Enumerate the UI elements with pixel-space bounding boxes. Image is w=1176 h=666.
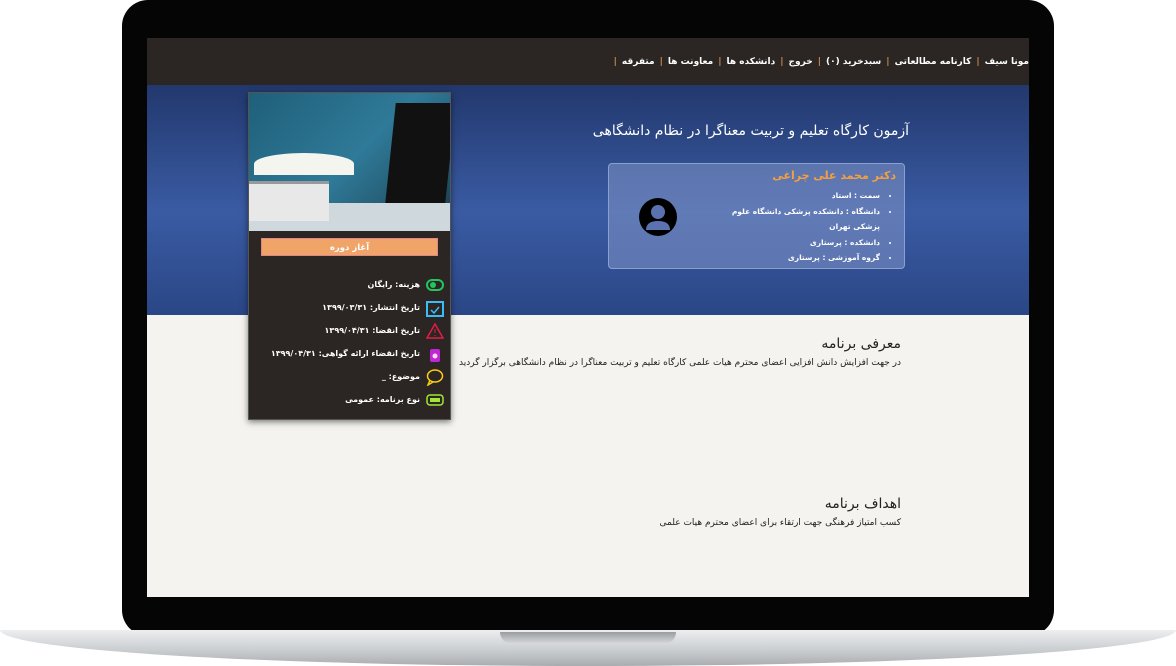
info-row-expire: تاریخ انقضا: ۱۳۹۹/۰۴/۳۱ bbox=[271, 319, 444, 342]
teacher-group: گروه آموزشی : پرستاری bbox=[705, 250, 880, 266]
teacher-position: سمت : استاد bbox=[705, 188, 880, 204]
nav-cart[interactable]: سبدخرید (۰) bbox=[826, 57, 881, 67]
program-type-icon bbox=[426, 391, 444, 409]
nav-misc[interactable]: متفرقه bbox=[622, 57, 655, 67]
info-row-cost: هزینه: رایگان bbox=[271, 273, 444, 296]
course-title: آزمون کارگاه تعلیم و تربیت معناگرا در نظ… bbox=[592, 123, 909, 139]
info-row-type: نوع برنامه: عمومی bbox=[271, 388, 444, 411]
start-course-button[interactable]: آغاز دوره bbox=[261, 238, 438, 256]
top-nav: مونا سیف | کارنامه مطالعاتی | سبدخرید (۰) |… bbox=[147, 38, 1029, 85]
nav-transcript[interactable]: کارنامه مطالعاتی bbox=[895, 57, 972, 67]
info-row-publish: تاریخ انتشار: ۱۳۹۹/۰۳/۳۱ bbox=[271, 296, 444, 319]
goals-text: کسب امتیاز فرهنگی جهت ارتقاء برای اعضای … bbox=[659, 518, 901, 528]
avatar-icon bbox=[639, 198, 677, 236]
laptop-notch bbox=[500, 632, 676, 644]
teacher-university: دانشگاه : دانشکده پزشکی دانشگاه علوم پزش… bbox=[705, 204, 880, 235]
intro-section: معرفی برنامه در جهت افزایش دانش افزایی ا… bbox=[459, 336, 901, 368]
warning-icon bbox=[426, 321, 444, 340]
teacher-name[interactable]: دکتر محمد علی چراغی bbox=[772, 169, 896, 182]
intro-text: در جهت افزایش دانش افزایی اعضای محترم هی… bbox=[459, 358, 901, 368]
money-icon bbox=[426, 276, 444, 294]
goals-heading: اهداف برنامه bbox=[824, 496, 901, 512]
info-row-subject: موضوع: _ bbox=[271, 365, 444, 388]
intro-heading: معرفی برنامه bbox=[821, 336, 901, 352]
nav-faculties[interactable]: دانشکده ها bbox=[727, 57, 776, 67]
goals-section: اهداف برنامه کسب امتیاز فرهنگی جهت ارتقا… bbox=[660, 496, 901, 528]
screen: مونا سیف | کارنامه مطالعاتی | سبدخرید (۰) |… bbox=[147, 38, 1029, 597]
calendar-check-icon bbox=[426, 299, 444, 317]
info-row-certificate: تاریخ انقضاء ارائه گواهی: ۱۳۹۹/۰۴/۳۱ bbox=[271, 342, 444, 365]
course-info-list: هزینه: رایگان تاریخ انتشار: ۱۳۹۹/۰۳/۳۱ ت… bbox=[271, 273, 444, 411]
certificate-icon bbox=[426, 345, 444, 363]
nav-user[interactable]: مونا سیف bbox=[985, 57, 1029, 67]
course-card: آغاز دوره هزینه: رایگان تاریخ انتشار: ۱۳… bbox=[248, 92, 451, 420]
course-image bbox=[249, 93, 450, 231]
chat-bubble-icon bbox=[426, 368, 444, 386]
teacher-faculty: دانشکده : پرستاری bbox=[705, 235, 880, 251]
nav-logout[interactable]: خروج bbox=[789, 57, 813, 67]
nav-deputies[interactable]: معاونت ها bbox=[668, 57, 713, 67]
teacher-card: دکتر محمد علی چراغی سمت : استاد دانشگاه … bbox=[608, 163, 905, 269]
